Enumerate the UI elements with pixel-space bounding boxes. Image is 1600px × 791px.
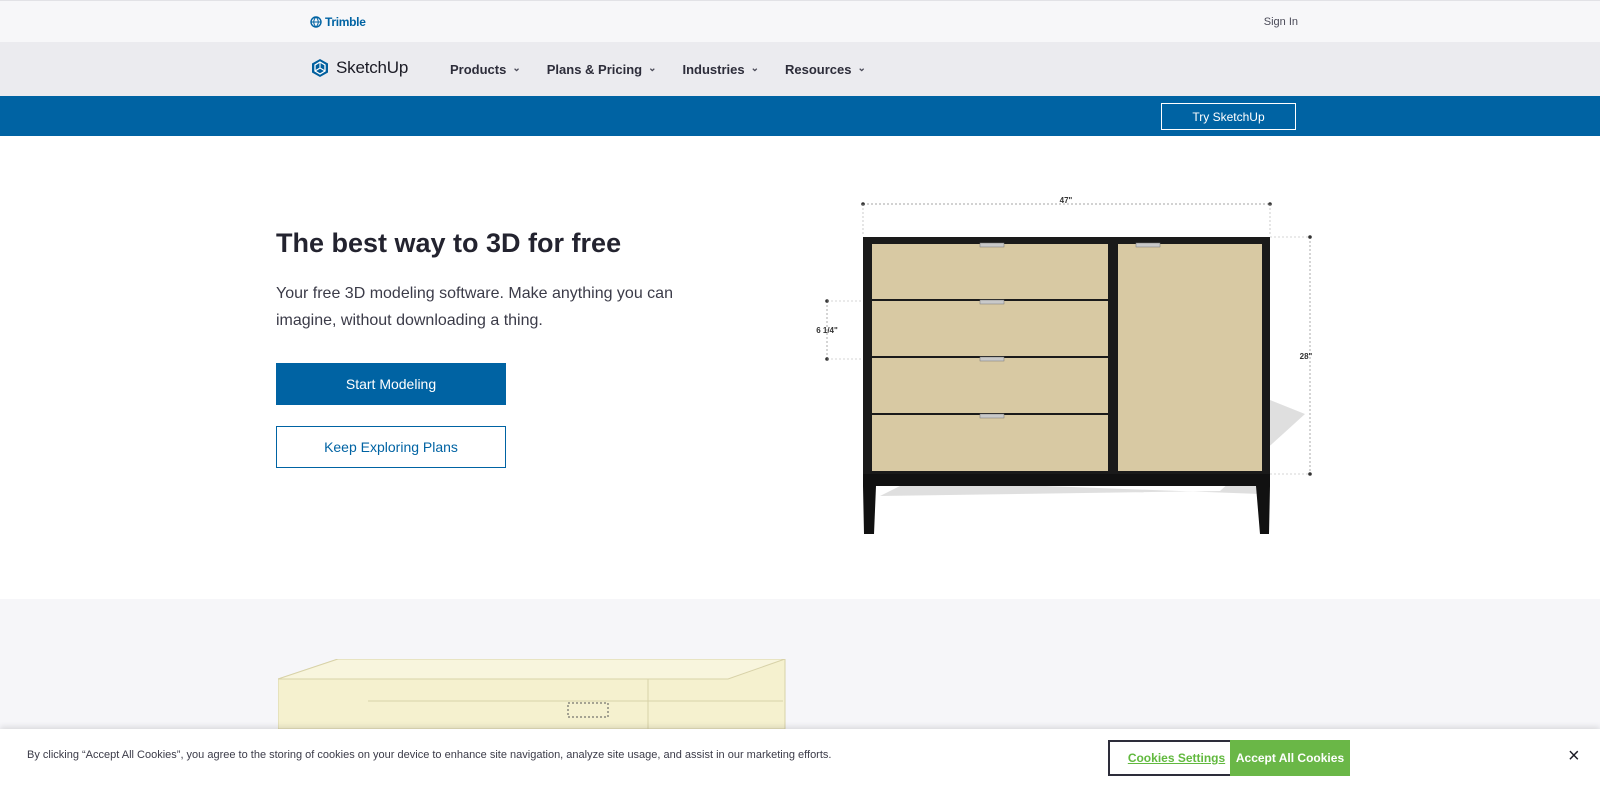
chevron-down-icon: ⌄ [648, 62, 657, 74]
chevron-down-icon: ⌄ [512, 62, 521, 74]
nav-menu: Products ⌄ Plans & Pricing ⌄ Industries … [450, 42, 866, 96]
nav-plans-pricing-label: Plans & Pricing [546, 61, 643, 77]
sign-in-link[interactable]: Sign In [1264, 16, 1298, 28]
nav-resources[interactable]: Resources ⌄ [785, 62, 866, 77]
cta-bar: Try SketchUp [0, 96, 1600, 136]
sketchup-logo[interactable]: SketchUp [310, 58, 408, 78]
nav-plans-pricing[interactable]: Plans & Pricing ⌄ [547, 62, 657, 77]
nav-resources-label: Resources [785, 61, 852, 77]
nav-products[interactable]: Products ⌄ [450, 62, 521, 77]
sketchup-brand-name: SketchUp [336, 58, 409, 77]
hero-title: The best way to 3D for free [276, 228, 622, 258]
trimble-bar: Trimble Sign In [0, 0, 1600, 42]
start-modeling-button[interactable]: Start Modeling [276, 363, 506, 405]
close-icon[interactable]: × [1568, 746, 1580, 766]
trimble-logo-text: Trimble [325, 15, 366, 29]
page: Trimble Sign In SketchUp Products ⌄ Plan… [0, 0, 1600, 791]
nav-industries[interactable]: Industries ⌄ [683, 62, 760, 77]
cookie-banner: By clicking “Accept All Cookies”, you ag… [0, 729, 1600, 791]
hero-section: The best way to 3D for free Your free 3D… [0, 136, 1600, 599]
dresser-illustration: 47" 28" 6 1/4" [816, 196, 1313, 534]
try-sketchup-button[interactable]: Try SketchUp [1161, 103, 1296, 130]
nav-products-label: Products [450, 61, 507, 77]
width-dimension-label: 47" [1060, 196, 1073, 205]
sketchup-logo-icon [312, 59, 328, 77]
main-nav: SketchUp Products ⌄ Plans & Pricing ⌄ In… [0, 42, 1600, 96]
cookie-notice-text: By clicking “Accept All Cookies”, you ag… [27, 749, 832, 761]
accept-all-cookies-button[interactable]: Accept All Cookies [1230, 740, 1350, 776]
nav-industries-label: Industries [682, 61, 745, 77]
height-dimension-label: 28" [1300, 352, 1313, 361]
chevron-down-icon: ⌄ [750, 62, 760, 74]
trimble-globe-icon [310, 16, 322, 28]
keep-exploring-plans-button[interactable]: Keep Exploring Plans [276, 426, 506, 468]
trimble-logo[interactable]: Trimble [310, 15, 366, 29]
hero-subtitle: Your free 3D modeling software. Make any… [276, 285, 673, 329]
drawer-dimension-label: 6 1/4" [816, 326, 838, 335]
chevron-down-icon: ⌄ [857, 62, 866, 74]
cookies-settings-button[interactable]: Cookies Settings [1108, 740, 1245, 776]
